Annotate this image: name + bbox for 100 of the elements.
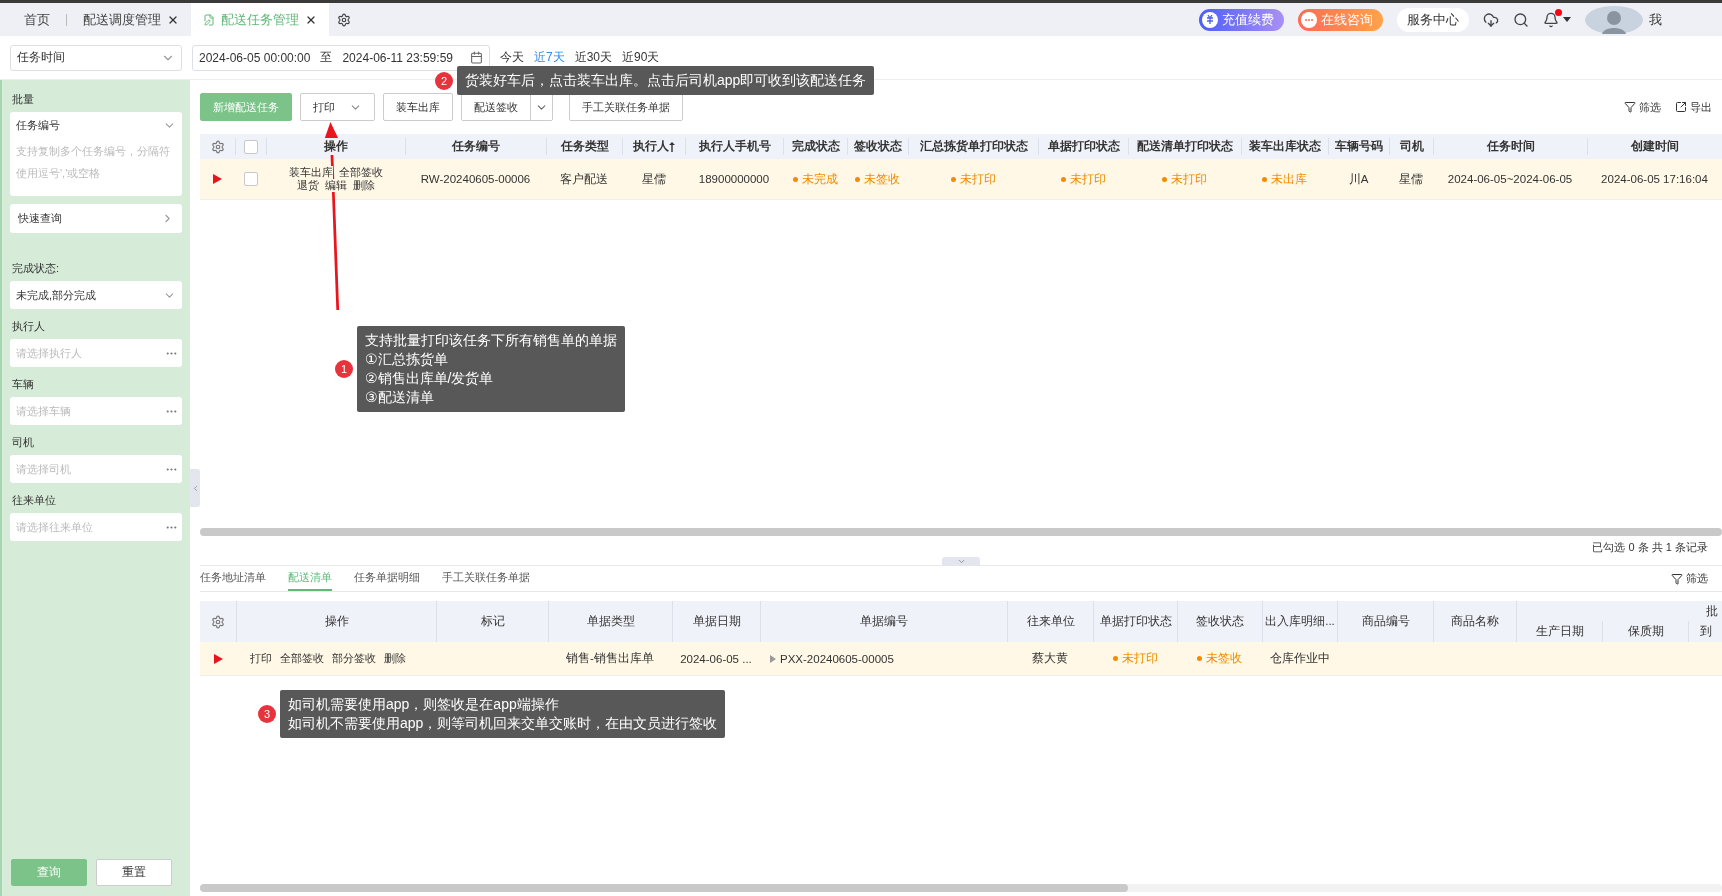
batch-type-select[interactable]: 任务编号 — [10, 112, 182, 138]
table-cell: 18900000000 — [698, 173, 770, 185]
detail-tab[interactable]: 任务地址清单 — [200, 566, 266, 591]
action-link[interactable]: 打印 — [250, 652, 272, 665]
toolbar-button[interactable]: 配送签收 — [462, 94, 531, 120]
checkbox[interactable] — [243, 172, 258, 186]
table-cell: RW-20240605-00006 — [420, 173, 531, 185]
quick-range-link[interactable]: 近7天 — [534, 49, 565, 66]
page-tab[interactable]: 首页 — [12, 3, 62, 36]
status-label: 未完成 — [792, 171, 838, 187]
column-header[interactable]: 任务时间 — [1433, 138, 1587, 155]
recharge-button[interactable]: 充值续费 — [1199, 8, 1284, 31]
detail-tab[interactable]: 手工关联任务单据 — [442, 566, 530, 591]
picker-field[interactable]: 请选择执行人 — [10, 339, 182, 367]
quick-range-link[interactable]: 近90天 — [622, 49, 660, 66]
row-marker-icon — [213, 174, 222, 184]
step-number: 1 — [335, 360, 353, 378]
settings-icon[interactable] — [211, 614, 225, 629]
toolbar-button[interactable]: 手工关联任务单据 — [569, 93, 683, 121]
detail-tab[interactable]: 任务单据明细 — [354, 566, 420, 591]
column-header[interactable]: 创建时间 — [1587, 138, 1722, 155]
action-link[interactable]: 删除 — [352, 179, 375, 192]
status-label: 未签收 — [1197, 651, 1242, 666]
status-label: 未打印 — [950, 171, 996, 187]
selection-info: 已勾选 0 条 共 1 条记录 — [1592, 541, 1708, 553]
table-row[interactable]: 打印 全部签收 部分签收 删除 销售-销售出库单 2024-06-05 ... PXX-20240605-00005 蔡大黄 未打印 未签收 仓库作业中 — [200, 642, 1722, 676]
filter-link[interactable]: 筛选 — [1671, 571, 1708, 586]
service-center-button[interactable]: 服务中心 — [1397, 7, 1469, 32]
caret-icon[interactable] — [1563, 17, 1571, 22]
table-cell: 仓库作业中 — [1269, 651, 1330, 666]
settings-icon[interactable] — [337, 12, 351, 27]
toolbar-button[interactable]: 装车出库 — [383, 93, 453, 121]
quick-range-link[interactable]: 近30天 — [574, 49, 613, 66]
status-label: 未打印 — [1162, 171, 1207, 187]
export-icon — [1675, 101, 1687, 113]
user-name[interactable]: 我 — [1649, 10, 1662, 29]
action-link[interactable]: 删除 — [384, 652, 406, 665]
horizontal-scrollbar[interactable] — [200, 884, 1722, 892]
action-link[interactable]: 全部签收 — [280, 652, 324, 665]
filter-icon — [1671, 572, 1683, 585]
status-label: 未签收 — [855, 171, 900, 187]
action-link[interactable]: 全部签收 — [338, 166, 383, 179]
checkbox[interactable] — [244, 139, 258, 154]
panel-toggle[interactable] — [942, 557, 980, 566]
table-cell: 川A — [1348, 171, 1369, 187]
picker-field[interactable]: 请选择往来单位 — [10, 513, 182, 541]
quick-range-link[interactable]: 今天 — [500, 49, 524, 66]
avatar[interactable] — [1585, 5, 1643, 34]
settings-icon[interactable] — [210, 139, 225, 154]
collapse-handle[interactable] — [190, 469, 200, 507]
table-cell: PXX-20240605-00005 — [780, 652, 894, 665]
range-separator: 至 — [320, 49, 333, 66]
table-cell: 蔡大黄 — [1032, 651, 1068, 666]
annotation-note: 支持批量打印该任务下所有销售单的单据 ①汇总拣货单 ②销售出库单/发货单 ③配送清单 — [357, 326, 625, 412]
status-label: 未出库 — [1262, 171, 1307, 187]
expand-icon[interactable] — [770, 654, 776, 663]
chevron-down-icon — [956, 557, 966, 566]
reset-button[interactable]: 重置 — [96, 859, 172, 886]
sort-arrow-icon[interactable] — [669, 141, 675, 152]
money-bag-icon — [1202, 11, 1218, 28]
action-link[interactable]: 编辑 — [324, 179, 347, 192]
column-header[interactable]: 操作 — [266, 138, 405, 155]
table-cell: 客户配送 — [560, 171, 608, 187]
action-link[interactable]: 装车出库 — [288, 166, 333, 179]
table-cell: 星儒 — [1399, 171, 1423, 187]
field-label: 往来单位 — [12, 493, 57, 508]
table-row[interactable]: 装车出库 全部签收 退货 编辑 删除 RW-20240605-00006 客户配送 星儒 18900000000 未完成 未签收 未打印 未打印 未打印 未出库 川A 星儒 2024-06-05~2024-06-05 2024-06-05 17:16:04 — [200, 159, 1722, 200]
document-icon — [203, 13, 215, 26]
column-header[interactable]: 任务编号 — [405, 138, 546, 155]
step-number: 2 — [435, 71, 453, 90]
chat-icon — [1301, 11, 1317, 28]
export-link[interactable]: 导出 — [1675, 99, 1712, 115]
filter-link[interactable]: 筛选 — [1624, 99, 1661, 115]
date-range-field[interactable]: 2024-06-05 00:00:00 至 2024-06-11 23:59:59 — [192, 44, 490, 71]
status-select[interactable]: 未完成,部分完成 — [10, 281, 182, 309]
notification-bell-icon[interactable] — [1543, 11, 1559, 28]
annotation-note: 货装好车后，点击装车出库。点击后司机app即可收到该配送任务 — [457, 66, 875, 95]
status-label: 未打印 — [1112, 651, 1158, 666]
search-icon[interactable] — [1513, 11, 1529, 28]
print-button[interactable]: 打印 — [300, 93, 375, 121]
date-type-select[interactable]: 任务时间 — [10, 44, 182, 71]
table-cell: 2024-06-05 ... — [680, 652, 752, 665]
action-link[interactable]: 退货 — [296, 179, 319, 192]
end-date: 2024-06-11 23:59:59 — [342, 50, 453, 65]
horizontal-scrollbar[interactable] — [200, 528, 1722, 536]
field-label: 完成状态: — [12, 261, 61, 276]
picker-field[interactable]: 请选择车辆 — [10, 397, 182, 425]
table-cell: 2024-06-05~2024-06-05 — [1447, 173, 1573, 185]
table-cell: 2024-06-05 17:16:04 — [1601, 173, 1708, 185]
field-label: 车辆 — [12, 377, 35, 392]
picker-field[interactable]: 请选择司机 — [10, 455, 182, 483]
action-link[interactable]: 部分签收 — [332, 652, 376, 665]
start-date: 2024-06-05 00:00:00 — [199, 50, 311, 65]
calendar-icon[interactable] — [470, 51, 483, 64]
cloud-download-icon[interactable] — [1483, 11, 1499, 28]
step-number: 3 — [258, 705, 276, 723]
field-label: 执行人 — [12, 319, 46, 334]
page-tab[interactable]: 配送调度管理 — [71, 3, 191, 36]
filter-icon — [1624, 101, 1636, 113]
quick-query-button[interactable]: 快速查询 — [10, 204, 182, 233]
